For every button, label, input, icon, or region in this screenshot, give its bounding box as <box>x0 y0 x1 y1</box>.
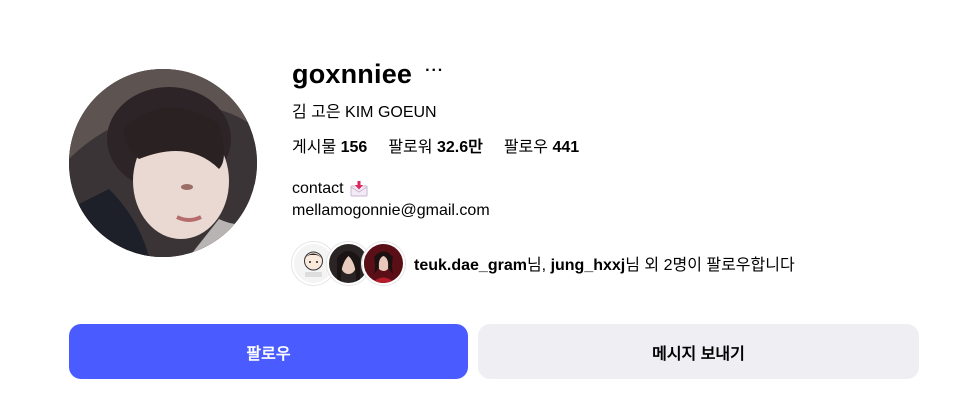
followers-value: 32.6만 <box>436 139 483 156</box>
more-options-button[interactable]: ··· <box>425 63 444 85</box>
follow-button[interactable]: 팔로우 <box>69 324 468 379</box>
following-link[interactable]: 팔로우 441 <box>503 133 580 156</box>
mutual-follower-avatars <box>292 241 405 285</box>
mutual-follower-1[interactable]: teuk.dae_gram <box>414 257 527 274</box>
following-label: 팔로우 <box>503 139 548 156</box>
profile-info: goxnniee ··· 김 고은 KIM GOEUN 게시물 156 팔로워 … <box>292 56 795 285</box>
full-name: 김 고은 KIM GOEUN <box>292 104 437 121</box>
username-row: goxnniee ··· <box>292 56 795 92</box>
profile-stats: 게시물 156 팔로워 32.6만 팔로우 441 <box>292 133 795 156</box>
posts-label: 게시물 <box>292 139 337 156</box>
bio-line-1: contact <box>292 178 795 200</box>
mutual-suffix-2: 님 외 2명이 팔로우합니다 <box>625 257 795 274</box>
posts-value: 156 <box>340 139 368 156</box>
followers-label: 팔로워 <box>388 139 433 156</box>
send-message-button[interactable]: 메시지 보내기 <box>478 324 919 379</box>
followers-link[interactable]: 팔로워 32.6만 <box>388 133 483 156</box>
bio-contact-text: contact <box>292 180 344 197</box>
mutual-followers-text: teuk.dae_gram님, jung_hxxj님 외 2명이 팔로우합니다 <box>414 251 795 275</box>
profile-photo <box>69 69 257 257</box>
mutual-avatar-3 <box>362 241 405 285</box>
posts-count: 게시물 156 <box>292 133 368 156</box>
mutual-follower-2[interactable]: jung_hxxj <box>551 257 626 274</box>
mutual-suffix-1: 님, <box>526 257 551 274</box>
bio: contact mellamogonnie@gmail.com <box>292 178 795 222</box>
followed-by[interactable]: teuk.dae_gram님, jung_hxxj님 외 2명이 팔로우합니다 <box>292 241 795 285</box>
envelope-arrow-icon <box>350 181 368 197</box>
username: goxnniee <box>292 58 413 89</box>
profile-avatar[interactable] <box>69 69 257 257</box>
profile-header: goxnniee ··· 김 고은 KIM GOEUN 게시물 156 팔로워 … <box>0 0 976 410</box>
bio-email[interactable]: mellamogonnie@gmail.com <box>292 200 795 222</box>
following-value: 441 <box>552 139 580 156</box>
